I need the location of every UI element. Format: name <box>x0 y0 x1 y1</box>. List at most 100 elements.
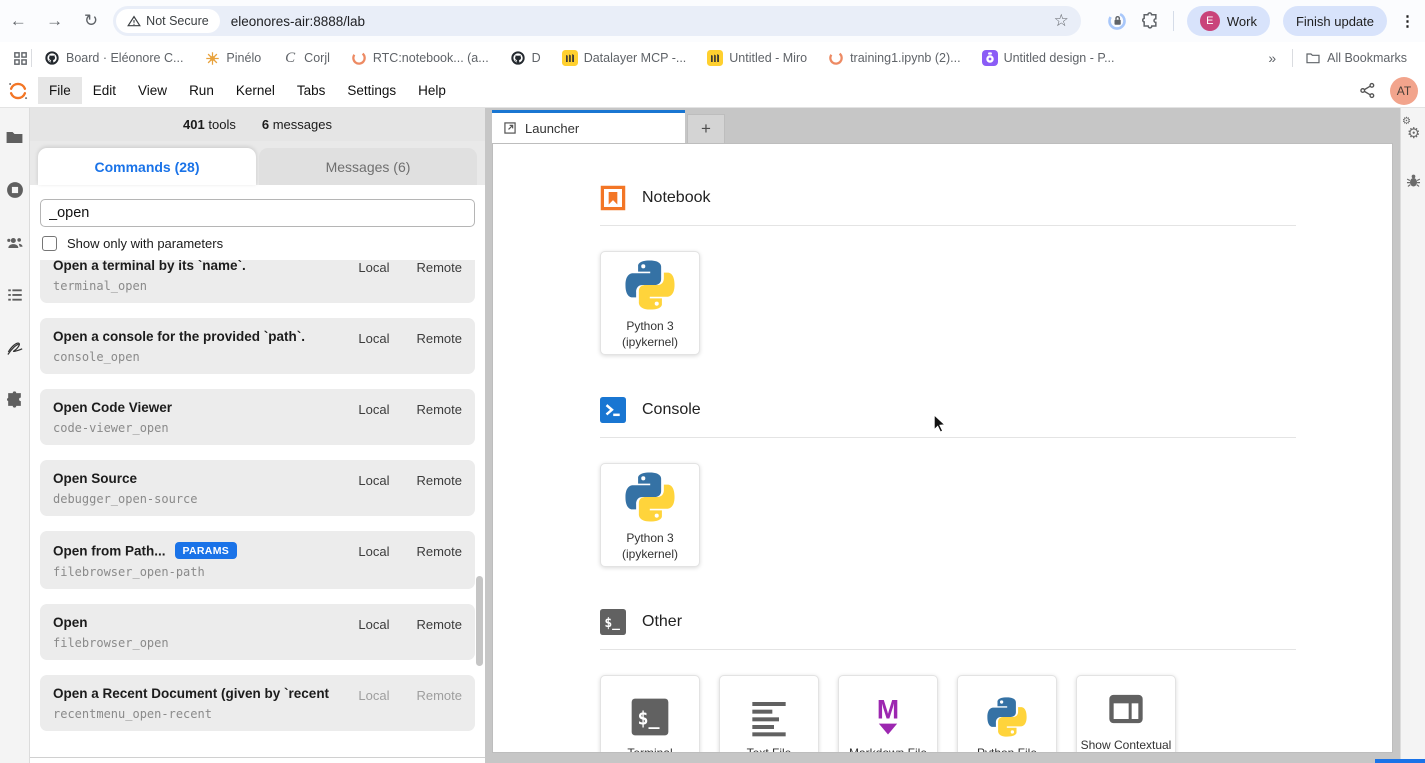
menu-kernel[interactable]: Kernel <box>225 77 286 104</box>
scrollbar-thumb[interactable] <box>476 576 483 666</box>
other-section-header: $_ Other <box>600 609 1296 635</box>
command-id: debugger_open-source <box>53 492 350 506</box>
bookmark-item[interactable]: RTC:notebook... (a... <box>351 50 489 66</box>
section-divider <box>600 437 1296 438</box>
launcher-card-terminal[interactable]: $_ Terminal <box>600 675 700 753</box>
command-item[interactable]: Open from Path...PARAMS filebrowser_open… <box>40 531 475 589</box>
bookmark-star-icon[interactable]: ☆ <box>1054 11 1069 31</box>
bookmark-item[interactable]: Pinélo <box>204 50 261 66</box>
command-title: Open Code Viewer <box>53 400 350 415</box>
tab-commands[interactable]: Commands (28) <box>38 148 256 185</box>
contextual-help-icon <box>1106 689 1146 729</box>
browser-controls: E Work Finish update ⋮ <box>1107 6 1425 36</box>
debugger-bug-icon[interactable] <box>1405 172 1422 189</box>
back-icon[interactable]: ← <box>0 11 36 31</box>
bookmark-item[interactable]: D <box>510 50 541 66</box>
remote-button[interactable]: Remote <box>416 402 462 417</box>
file-browser-icon[interactable] <box>5 128 24 147</box>
tab-messages[interactable]: Messages (6) <box>259 148 477 185</box>
extensions-puzzle-icon[interactable] <box>1140 11 1160 31</box>
menu-help[interactable]: Help <box>407 77 457 104</box>
design-app-icon <box>982 50 998 66</box>
local-button[interactable]: Local <box>358 544 389 559</box>
show-only-with-parameters-checkbox[interactable] <box>42 236 57 251</box>
launcher-card-text-file[interactable]: Text File <box>719 675 819 753</box>
launcher-card-python3-console[interactable]: Python 3 (ipykernel) <box>600 463 700 567</box>
command-search-input[interactable] <box>40 199 475 227</box>
apps-grid-icon[interactable] <box>12 50 29 67</box>
orange-ring-icon <box>828 50 844 66</box>
remote-button[interactable]: Remote <box>416 473 462 488</box>
bookmark-label: training1.ipynb (2)... <box>850 51 960 65</box>
launcher-card-contextual-help[interactable]: Show Contextual Help <box>1076 675 1176 753</box>
local-button[interactable]: Local <box>358 402 389 417</box>
address-bar[interactable]: Not Secure eleonores-air:8888/lab ☆ <box>113 6 1081 36</box>
remote-button[interactable]: Remote <box>416 617 462 632</box>
reload-icon[interactable]: ↻ <box>73 11 109 31</box>
local-button[interactable]: Local <box>358 688 389 703</box>
command-list[interactable]: Open a terminal by its `name`. terminal_… <box>30 260 485 758</box>
svg-text:M: M <box>877 697 899 725</box>
scribble-extension-icon[interactable] <box>5 337 25 357</box>
menu-settings[interactable]: Settings <box>336 77 407 104</box>
launcher-card-label: Text File <box>744 746 795 753</box>
menu-tabs[interactable]: Tabs <box>286 77 337 104</box>
bookmark-item[interactable]: Board · Eléonore C... <box>44 50 183 66</box>
share-icon[interactable] <box>1358 81 1377 100</box>
new-launcher-button[interactable]: + <box>687 114 725 143</box>
all-bookmarks-button[interactable]: All Bookmarks <box>1305 50 1407 66</box>
bookmark-item[interactable]: C Corjl <box>282 50 330 66</box>
launcher-card-markdown-file[interactable]: M Markdown File <box>838 675 938 753</box>
command-item[interactable]: Open Code Viewer code-viewer_open Local … <box>40 389 475 445</box>
collaboration-users-icon[interactable] <box>5 233 25 253</box>
remote-button[interactable]: Remote <box>416 331 462 346</box>
bookmark-item[interactable]: Untitled design - P... <box>982 50 1115 66</box>
jupyterlab-menubar: File Edit View Run Kernel Tabs Settings … <box>0 74 1425 108</box>
menu-run[interactable]: Run <box>178 77 225 104</box>
running-kernels-icon[interactable] <box>5 180 25 200</box>
url-text[interactable]: eleonores-air:8888/lab <box>231 14 1054 29</box>
bookmark-item[interactable]: Untitled - Miro <box>707 50 807 66</box>
console-icon <box>600 397 626 423</box>
finish-update-label: Finish update <box>1296 14 1374 29</box>
user-avatar[interactable]: AT <box>1390 77 1418 105</box>
menu-edit[interactable]: Edit <box>82 77 127 104</box>
remote-button[interactable]: Remote <box>416 688 462 703</box>
table-of-contents-icon[interactable] <box>6 286 24 304</box>
menu-file[interactable]: File <box>38 77 82 104</box>
launcher-card-python3-notebook[interactable]: Python 3 (ipykernel) <box>600 251 700 355</box>
filter-row: Show only with parameters <box>30 227 485 260</box>
params-badge: PARAMS <box>175 542 238 559</box>
local-button[interactable]: Local <box>358 260 389 275</box>
launcher-card-label: Python File <box>974 746 1040 753</box>
profile-chip[interactable]: E Work <box>1187 6 1270 36</box>
command-item[interactable]: Open a console for the provided `path`. … <box>40 318 475 374</box>
bookmark-item[interactable]: training1.ipynb (2)... <box>828 50 960 66</box>
extension-manager-puzzle-icon[interactable] <box>5 390 24 409</box>
remote-button[interactable]: Remote <box>416 544 462 559</box>
panel-tabs: Commands (28) Messages (6) <box>30 141 485 185</box>
bookmarks-overflow-chevron[interactable]: » <box>1268 50 1276 66</box>
not-secure-label: Not Secure <box>146 14 209 28</box>
bookmark-item[interactable]: Datalayer MCP -... <box>562 50 687 66</box>
command-item[interactable]: Open filebrowser_open Local Remote <box>40 604 475 660</box>
command-item[interactable]: Open a terminal by its `name`. terminal_… <box>40 260 475 303</box>
password-manager-icon[interactable] <box>1107 11 1127 31</box>
local-button[interactable]: Local <box>358 617 389 632</box>
browser-menu-icon[interactable]: ⋮ <box>1400 12 1415 30</box>
forward-icon[interactable]: → <box>36 11 72 31</box>
launcher-card-python-file[interactable]: Python File <box>957 675 1057 753</box>
command-item[interactable]: Open Source debugger_open-source Local R… <box>40 460 475 516</box>
divider <box>1173 11 1174 31</box>
bookmark-label: Board · Eléonore C... <box>66 51 183 65</box>
finish-update-button[interactable]: Finish update <box>1283 6 1387 36</box>
menu-view[interactable]: View <box>127 77 178 104</box>
not-secure-badge[interactable]: Not Secure <box>116 9 220 33</box>
divider <box>1292 49 1293 67</box>
tab-launcher[interactable]: Launcher <box>492 110 685 143</box>
local-button[interactable]: Local <box>358 473 389 488</box>
command-item[interactable]: Open a Recent Document (given by `recent… <box>40 675 475 731</box>
local-button[interactable]: Local <box>358 331 389 346</box>
remote-button[interactable]: Remote <box>416 260 462 275</box>
property-inspector-icon[interactable]: ⚙⚙ <box>1403 120 1423 142</box>
